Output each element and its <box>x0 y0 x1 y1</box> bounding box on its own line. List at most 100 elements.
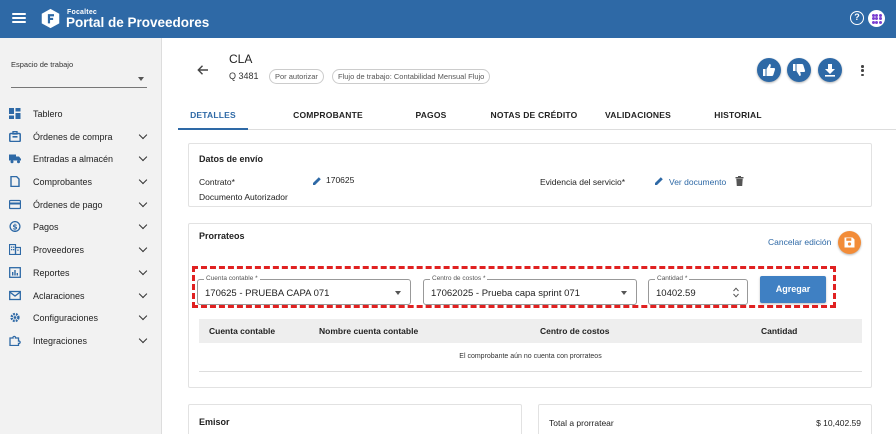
building-icon <box>9 244 21 256</box>
sidebar-item-ordenes-pago[interactable]: Órdenes de pago <box>0 194 161 217</box>
main-content: CLA Q 3481 Por autorizar Flujo de trabaj… <box>162 38 896 434</box>
empty-table-message: El comprobante aún no cuenta con prorrat… <box>459 353 602 360</box>
sidebar: Espacio de trabajo Tablero Órdenes de co… <box>0 38 162 434</box>
account-select[interactable]: Cuenta contable * 170625 - PRUEBA CAPA 0… <box>197 275 411 305</box>
chevron-down-icon <box>138 289 148 298</box>
gear-icon <box>10 313 20 323</box>
puzzle-icon <box>9 335 21 346</box>
edit-pencil-icon[interactable] <box>654 176 664 186</box>
chevron-down-icon <box>138 198 148 207</box>
tab-validaciones[interactable]: VALIDACIONES <box>598 100 678 130</box>
apps-grid-icon[interactable] <box>868 10 885 27</box>
trash-icon[interactable] <box>735 176 744 186</box>
issuer-card: Emisor <box>188 404 522 434</box>
cost-center-value: 17062025 - Prueba capa sprint 071 <box>431 288 580 299</box>
sidebar-item-label: Entradas a almacén <box>33 154 114 165</box>
contract-value: 170625 <box>326 175 355 185</box>
authorized-doc-label: Documento Autorizador <box>199 192 288 202</box>
chart-icon <box>9 266 21 278</box>
hamburger-menu-icon[interactable] <box>12 11 26 25</box>
sidebar-item-pagos[interactable]: $ Pagos <box>0 216 161 239</box>
evidence-label: Evidencia del servicio* <box>540 177 626 187</box>
tab-comprobante[interactable]: COMPROBANTE <box>280 100 376 130</box>
sidebar-item-label: Reportes <box>33 267 70 278</box>
sidebar-item-tablero[interactable]: Tablero <box>0 103 161 126</box>
prorrateos-table-header: Cuenta contable Nombre cuenta contable C… <box>199 319 862 343</box>
tab-detalles[interactable]: DETALLES <box>178 100 248 130</box>
tab-historial[interactable]: HISTORIAL <box>708 100 768 130</box>
tab-notas-credito[interactable]: NOTAS DE CRÉDITO <box>484 100 584 130</box>
sidebar-item-label: Comprobantes <box>33 177 93 188</box>
dropdown-caret-icon <box>395 291 401 295</box>
sidebar-item-label: Tablero <box>33 109 63 119</box>
account-label: Cuenta contable * <box>204 275 260 283</box>
sidebar-item-aclaraciones[interactable]: Aclaraciones <box>0 285 161 308</box>
chevron-down-icon <box>138 175 148 185</box>
purchase-orders-icon <box>9 130 21 142</box>
chevron-down-icon <box>138 311 148 321</box>
chevron-down-icon <box>138 334 148 344</box>
workspace-select[interactable] <box>11 74 147 88</box>
total-value: $ 10,402.59 <box>816 418 861 428</box>
download-icon <box>825 64 835 77</box>
workflow-badge: Flujo de trabajo: Contabilidad Mensual F… <box>332 69 491 84</box>
account-value: 170625 - PRUEBA CAPA 071 <box>205 288 330 299</box>
column-header: Cuenta contable <box>209 326 276 336</box>
credit-card-icon <box>9 199 21 209</box>
thumb-down-icon <box>793 64 806 76</box>
truck-icon <box>9 154 21 164</box>
cost-center-select[interactable]: Centro de costos * 17062025 - Prueba cap… <box>423 275 637 305</box>
stepper-icon[interactable] <box>733 287 739 298</box>
sidebar-item-comprobantes[interactable]: Comprobantes <box>0 171 161 194</box>
sidebar-item-ordenes-compra[interactable]: Órdenes de compra <box>0 126 161 149</box>
sidebar-item-reportes[interactable]: Reportes <box>0 262 161 285</box>
sidebar-item-configuraciones[interactable]: Configuraciones <box>0 307 161 330</box>
issuer-title: Emisor <box>199 417 230 427</box>
sidebar-item-integraciones[interactable]: Integraciones <box>0 330 161 353</box>
sidebar-item-proveedores[interactable]: Proveedores <box>0 239 161 262</box>
shipping-card: Datos de envío Contrato* 170625 Document… <box>188 143 872 207</box>
quantity-value: 10402.59 <box>656 288 696 299</box>
sidebar-item-label: Configuraciones <box>33 313 99 324</box>
tab-bar: DETALLES COMPROBANTE PAGOS NOTAS DE CRÉD… <box>178 100 896 130</box>
column-header: Nombre cuenta contable <box>319 326 419 336</box>
chevron-down-icon <box>138 153 148 162</box>
divider <box>199 371 862 372</box>
quantity-input[interactable]: Cantidad * 10402.59 <box>648 275 748 305</box>
sidebar-item-label: Órdenes de compra <box>33 131 113 142</box>
approve-button[interactable] <box>757 58 781 82</box>
dropdown-caret-icon <box>621 291 627 295</box>
workspace-label: Espacio de trabajo <box>11 60 74 69</box>
chevron-down-icon <box>138 243 148 253</box>
sidebar-nav: Tablero Órdenes de compra Entradas a alm… <box>0 103 161 353</box>
back-arrow-icon[interactable] <box>197 64 209 76</box>
more-options-icon[interactable] <box>861 65 865 77</box>
cancel-edit-link[interactable]: Cancelar edición <box>768 237 831 247</box>
edit-pencil-icon[interactable] <box>312 176 322 186</box>
dollar-icon: $ <box>9 221 21 233</box>
download-button[interactable] <box>818 58 842 82</box>
focaltec-logo <box>41 8 60 29</box>
help-icon[interactable]: ? <box>850 11 864 25</box>
quantity-label: Cantidad * <box>655 275 690 283</box>
dashboard-icon <box>9 108 21 119</box>
column-header: Centro de costos <box>540 326 610 336</box>
total-label: Total a prorratear <box>549 418 614 428</box>
chevron-down-icon <box>138 266 148 276</box>
sidebar-item-entradas-almacen[interactable]: Entradas a almacén <box>0 148 161 171</box>
contract-label: Contrato* <box>199 177 235 187</box>
document-id: Q 3481 <box>229 71 259 81</box>
tab-pagos[interactable]: PAGOS <box>398 100 464 130</box>
document-title: CLA <box>229 52 253 66</box>
brand-title: Portal de Proveedores <box>66 15 210 30</box>
view-document-link[interactable]: Ver documento <box>669 177 726 187</box>
reject-button[interactable] <box>787 58 811 82</box>
save-button[interactable] <box>838 231 861 254</box>
shipping-title: Datos de envío <box>199 154 264 164</box>
add-button[interactable]: Agregar <box>760 276 826 303</box>
thumb-up-icon <box>763 64 776 76</box>
status-badge: Por autorizar <box>269 69 324 84</box>
svg-text:$: $ <box>12 223 17 232</box>
sidebar-item-label: Integraciones <box>33 335 88 346</box>
cost-center-label: Centro de costos * <box>430 275 488 283</box>
